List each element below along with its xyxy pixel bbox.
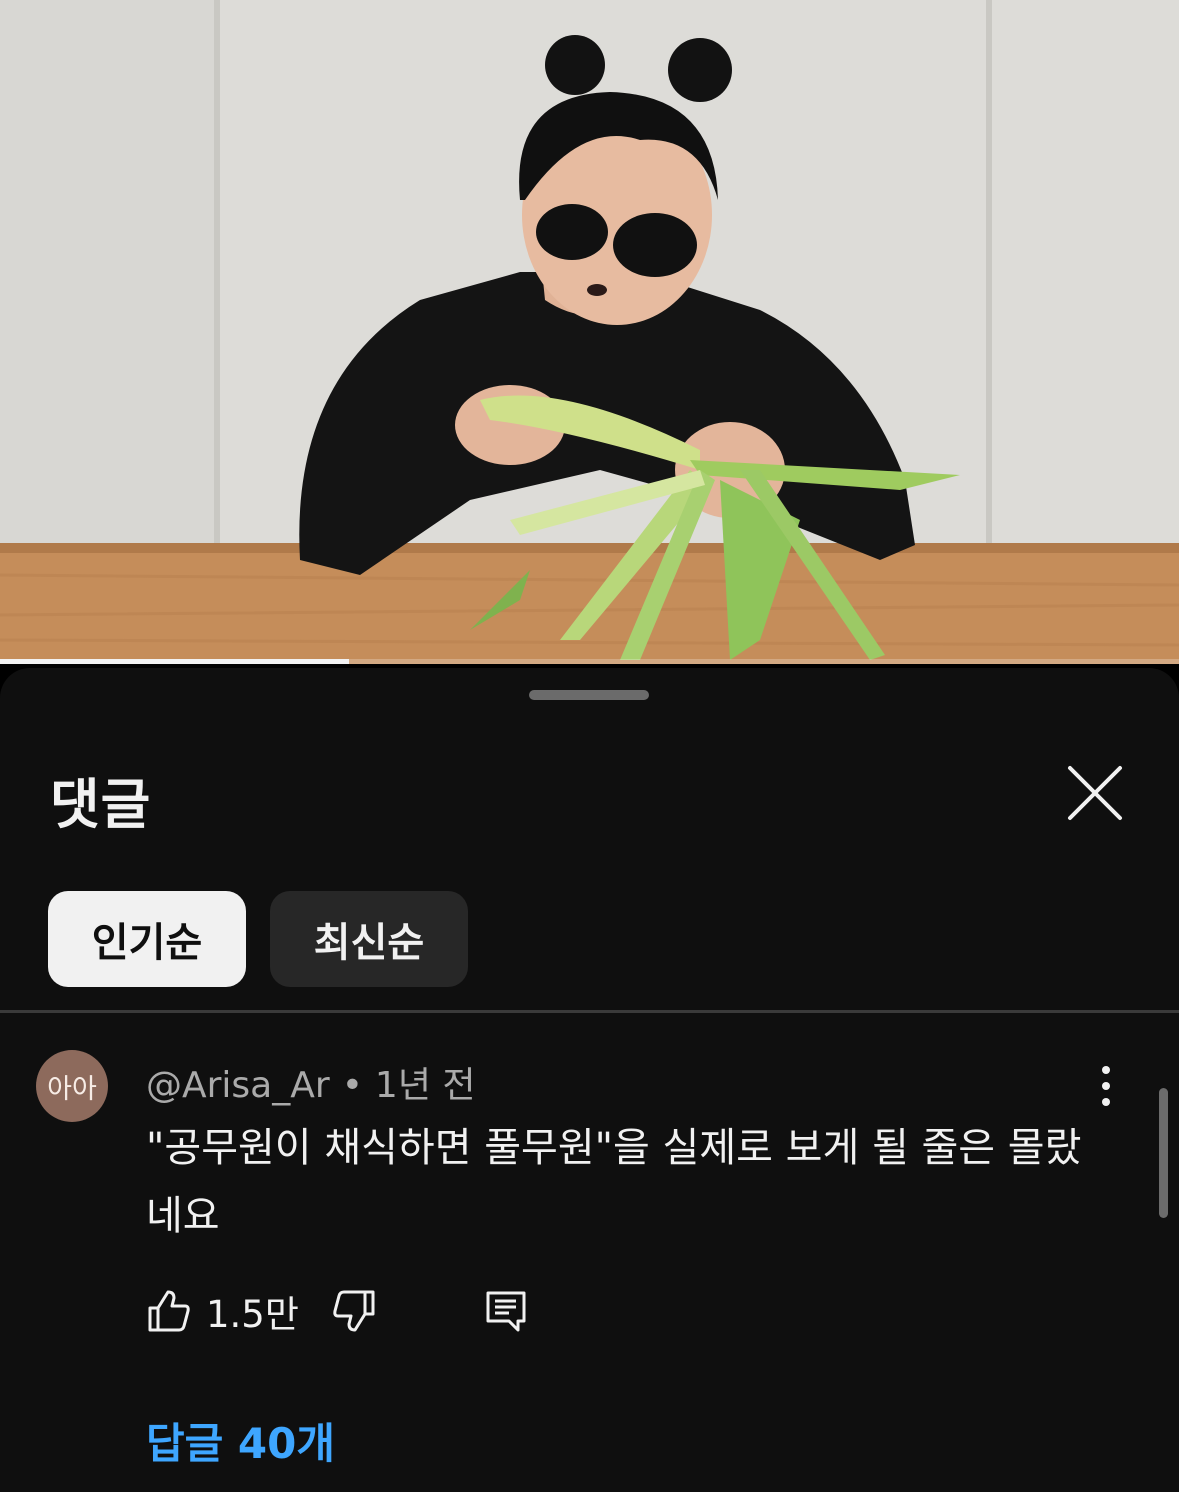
- divider: [0, 1010, 1179, 1013]
- meta-separator: •: [341, 1065, 363, 1106]
- sort-chip-newest[interactable]: 최신순: [270, 891, 468, 987]
- comment-time: 1년 전: [374, 1065, 476, 1106]
- drag-handle[interactable]: [529, 690, 649, 700]
- comment-author[interactable]: @Arisa_Ar: [146, 1065, 330, 1106]
- comment-meta: @Arisa_Ar • 1년 전: [146, 1056, 476, 1108]
- comment-text: "공무원이 채식하면 풀무원"을 실제로 보게 될 줄은 몰랐네요: [146, 1125, 1082, 1239]
- replies-button[interactable]: 답글 40개: [146, 1410, 335, 1471]
- comment-actions: 1.5만: [146, 1286, 529, 1336]
- sort-chip-popular[interactable]: 인기순: [48, 891, 246, 987]
- video-progress-fill: [0, 659, 349, 664]
- reply-icon[interactable]: [483, 1288, 529, 1334]
- close-icon[interactable]: [1062, 760, 1128, 826]
- video-progress-bar[interactable]: [0, 659, 1179, 664]
- like-icon[interactable]: [146, 1288, 192, 1334]
- comments-sheet: 댓글 인기순 최신순 아아 @Arisa_Ar • 1년 전 "공무원이 채식하면 …: [0, 668, 1179, 1492]
- comments-title: 댓글: [50, 773, 152, 836]
- dislike-icon[interactable]: [331, 1288, 377, 1334]
- video-frame: [0, 0, 1179, 664]
- like-count: 1.5만: [206, 1293, 299, 1336]
- more-icon[interactable]: [1088, 1062, 1124, 1110]
- scrollbar[interactable]: [1159, 1088, 1168, 1218]
- video-player[interactable]: [0, 0, 1179, 664]
- avatar[interactable]: 아아: [36, 1050, 108, 1122]
